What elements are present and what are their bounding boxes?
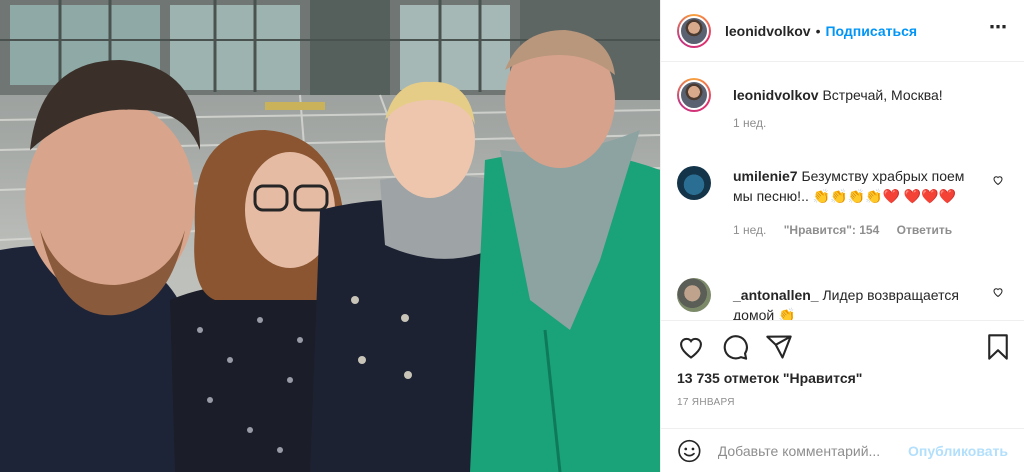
action-bar [661,320,1024,376]
comment-time[interactable]: 1 нед. [733,223,766,237]
emoji-icon[interactable] [677,438,702,464]
comment-item: umilenie7 Безумству храбрых поем мы песн… [677,166,1008,278]
publish-button[interactable]: Опубликовать [908,443,1008,459]
caption-username[interactable]: leonidvolkov [733,87,819,103]
follow-button[interactable]: Подписаться [825,23,917,39]
heart-icon[interactable] [992,174,1004,186]
heart-icon[interactable] [992,286,1004,298]
post-side-panel: leonidvolkov • Подписаться ⋯ leonidvolko… [660,0,1024,472]
share-icon[interactable] [765,333,793,361]
instagram-post: leonidvolkov • Подписаться ⋯ leonidvolko… [0,0,1024,472]
comment-input[interactable] [717,442,909,459]
caption-time[interactable]: 1 нед. [733,116,766,130]
comment-item: _antonallen_ Лидер возвращается домой 👏 [677,278,1008,320]
like-heart-icon[interactable] [677,333,705,361]
post-header: leonidvolkov • Подписаться ⋯ [661,0,1024,62]
commenter-avatar[interactable] [677,278,711,312]
caption-avatar[interactable] [677,78,711,112]
photo-illustration [0,0,660,472]
comment-likes[interactable]: "Нравится": 154 [784,223,880,237]
likes-count[interactable]: 13 735 отметок "Нравится" [677,370,862,386]
post-photo[interactable] [0,0,660,472]
reply-button[interactable]: Ответить [897,223,952,237]
author-avatar[interactable] [677,13,711,48]
comment-username[interactable]: umilenie7 [733,168,798,184]
separator-dot: • [815,22,821,39]
comment-emoji: 👏👏👏👏❤️ ❤️❤️❤️ [812,188,957,204]
comment-icon[interactable] [721,333,749,361]
commenter-avatar[interactable] [677,166,711,200]
author-username[interactable]: leonidvolkov [725,23,811,39]
comment-username[interactable]: _antonallen_ [733,287,819,303]
ellipsis-icon[interactable]: ⋯ [989,17,1008,38]
caption: leonidvolkov Встречай, Москва! 1 нед. [677,78,1008,150]
post-date[interactable]: 17 января [677,397,735,408]
comments-list[interactable]: leonidvolkov Встречай, Москва! 1 нед. um… [661,62,1024,320]
comment-composer: Опубликовать [661,428,1024,472]
caption-text: Встречай, Москва! [822,87,943,103]
bookmark-icon[interactable] [984,333,1012,361]
